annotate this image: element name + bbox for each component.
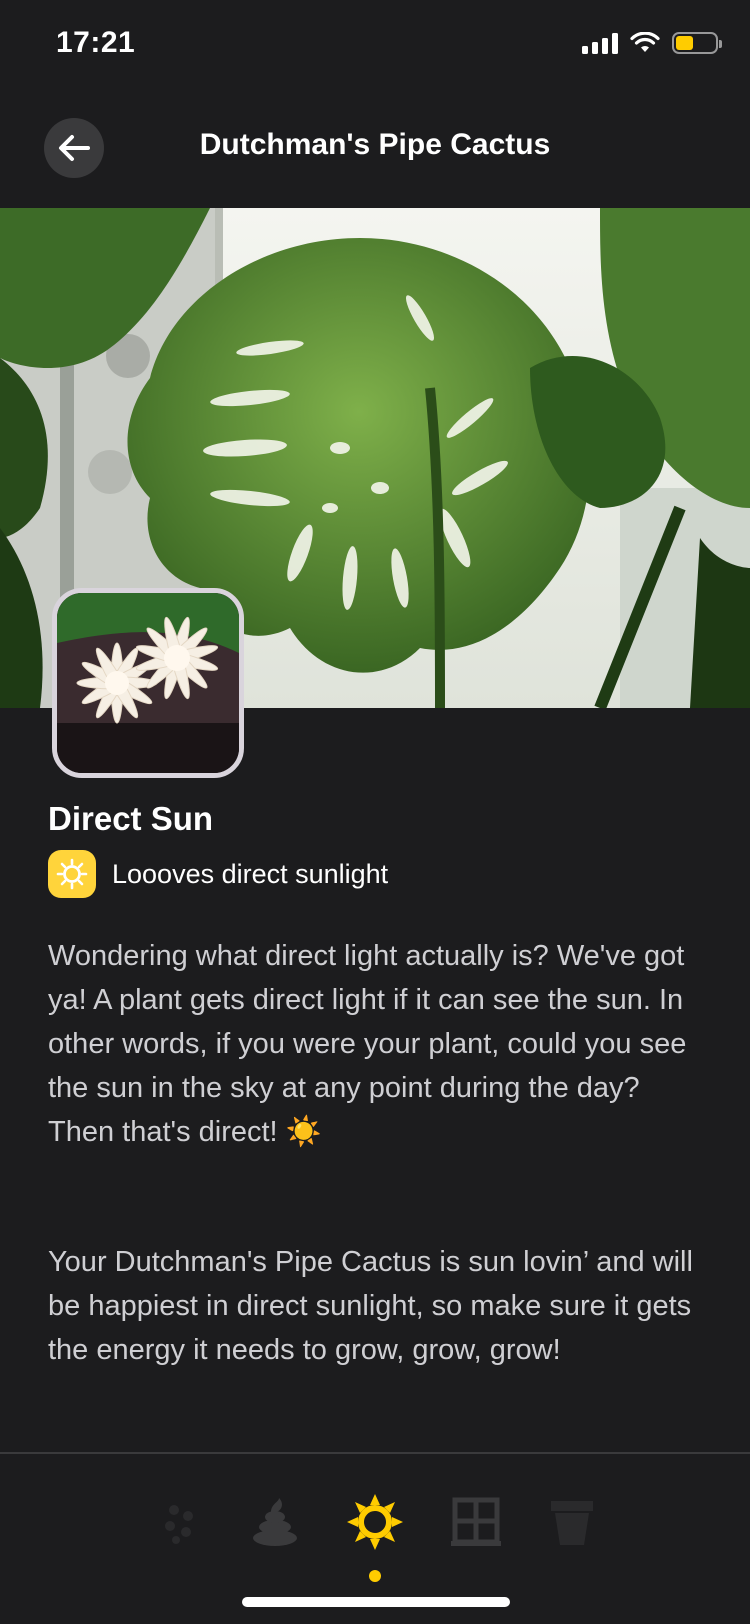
description-paragraph-2: Your Dutchman's Pipe Cactus is sun lovin… <box>48 1246 693 1366</box>
status-time: 17:21 <box>56 26 136 59</box>
active-tab-indicator <box>369 1570 381 1582</box>
seeds-icon <box>165 1505 193 1544</box>
sun-icon <box>347 1494 403 1550</box>
cellular-signal-icon <box>582 32 618 54</box>
page-title: Dutchman's Pipe Cactus <box>199 128 551 161</box>
wifi-icon <box>630 32 660 52</box>
battery-level <box>676 36 694 50</box>
tab-window[interactable] <box>444 1490 508 1554</box>
light-badge: Loooves direct sunlight <box>48 850 388 898</box>
status-icons <box>582 32 722 54</box>
tab-fertilizer[interactable] <box>243 1490 307 1554</box>
screen: 17:21 Dutchman's Pipe Cactus Direct Sun … <box>0 0 750 1624</box>
tab-pot[interactable] <box>540 1490 604 1554</box>
fertilizer-icon <box>253 1498 297 1546</box>
home-indicator[interactable] <box>242 1597 510 1607</box>
nav-header: Dutchman's Pipe Cactus <box>0 110 750 182</box>
light-title: Direct Sun <box>48 800 214 837</box>
status-bar: 17:21 <box>0 0 750 90</box>
description-paragraph-1: Wondering what direct light actually is?… <box>48 940 687 1148</box>
sun-badge <box>48 850 96 898</box>
plant-thumbnail <box>52 588 244 778</box>
pot-icon <box>551 1501 593 1545</box>
window-icon <box>451 1497 501 1546</box>
sun-icon <box>56 858 88 890</box>
battery-icon <box>672 32 722 54</box>
tab-sun[interactable] <box>343 1490 407 1554</box>
tab-seeds[interactable] <box>148 1490 212 1554</box>
light-badge-text: Loooves direct sunlight <box>112 858 389 889</box>
